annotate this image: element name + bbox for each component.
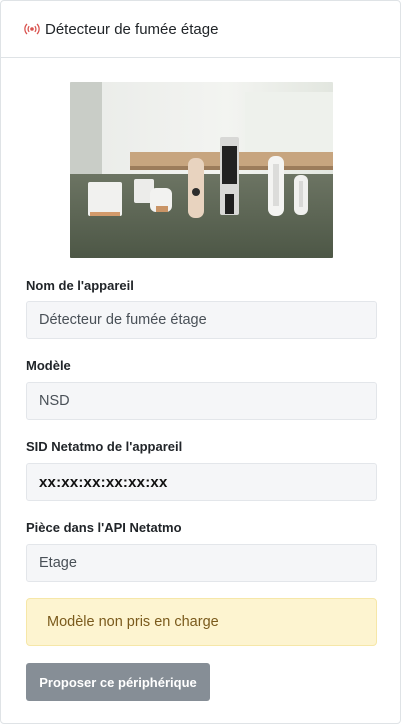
model-label: Modèle xyxy=(26,358,71,373)
page-title: Détecteur de fumée étage xyxy=(45,20,219,38)
device-name-input[interactable] xyxy=(26,301,377,339)
device-photo xyxy=(70,82,333,258)
sid-input[interactable] xyxy=(26,463,377,501)
sid-label: SID Netatmo de l'appareil xyxy=(26,439,183,454)
smoke-detector-signal-icon xyxy=(24,22,40,36)
room-label: Pièce dans l'API Netatmo xyxy=(26,520,182,535)
unsupported-model-alert: Modèle non pris en charge xyxy=(26,598,377,646)
device-name-label: Nom de l'appareil xyxy=(26,278,134,293)
model-input[interactable] xyxy=(26,382,377,420)
card-header: Détecteur de fumée étage xyxy=(1,1,400,58)
room-input[interactable] xyxy=(26,544,377,582)
propose-device-button[interactable]: Proposer ce périphérique xyxy=(26,663,210,701)
device-card: Détecteur de fumée étage Nom de l'appare… xyxy=(0,0,401,724)
